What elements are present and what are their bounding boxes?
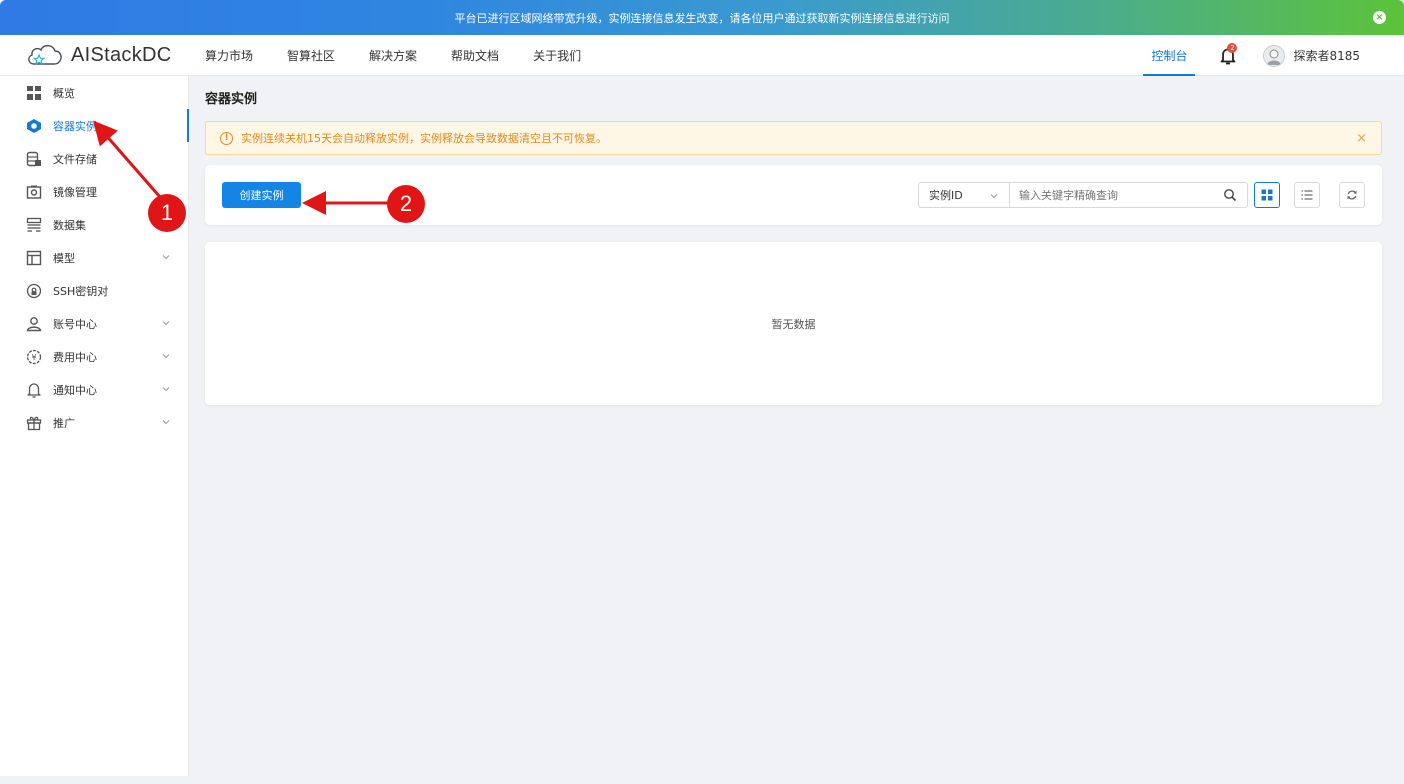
sidebar-item-label: 账号中心 [53, 317, 97, 331]
camera-icon [25, 183, 43, 201]
sidebar-item-file-storage[interactable]: 文件存储 [0, 142, 188, 175]
bell-icon [25, 381, 43, 399]
sidebar-item-label: 费用中心 [53, 350, 97, 364]
sidebar-item-label: 镜像管理 [53, 185, 97, 199]
chevron-down-icon [162, 387, 170, 392]
sidebar-item-label: 概览 [53, 86, 75, 100]
create-instance-button[interactable]: 创建实例 [222, 182, 301, 208]
notification-button[interactable]: 2 [1217, 42, 1239, 67]
user-icon [25, 315, 43, 333]
nav-help-docs[interactable]: 帮助文档 [451, 47, 499, 64]
sidebar-item-label: 容器实例 [53, 119, 97, 133]
dataset-icon [25, 216, 43, 234]
model-icon [25, 249, 43, 267]
search-icon[interactable] [1223, 188, 1237, 202]
sidebar-item-account-center[interactable]: 账号中心 [0, 307, 188, 340]
sidebar-item-notification-center[interactable]: 通知中心 [0, 373, 188, 406]
sidebar-item-label: 数据集 [53, 218, 86, 232]
sidebar-item-label: 模型 [53, 251, 75, 265]
nav-about-us[interactable]: 关于我们 [533, 47, 581, 64]
annotation-marker-1: 1 [148, 194, 186, 232]
alert-text: 实例连续关机15天会自动释放实例，实例释放会导致数据清空且不可恢复。 [241, 132, 607, 145]
warning-icon: ! [220, 131, 233, 145]
gift-icon [25, 414, 43, 432]
close-circle-icon[interactable]: × [1373, 11, 1386, 24]
instance-list-empty: 暂无数据 [205, 242, 1382, 405]
yen-icon: ¥ [25, 348, 43, 366]
search-group: 实例ID [918, 182, 1248, 208]
cloud-star-icon [28, 44, 62, 66]
nav-solutions[interactable]: 解决方案 [369, 47, 417, 64]
sidebar-item-label: 通知中心 [53, 383, 97, 397]
search-input[interactable] [1010, 182, 1248, 208]
nav-compute-market[interactable]: 算力市场 [205, 47, 253, 64]
console-link[interactable]: 控制台 [1143, 35, 1196, 76]
sidebar-item-label: 推广 [53, 416, 75, 430]
main-nav: 算力市场 智算社区 解决方案 帮助文档 关于我们 [188, 35, 598, 76]
chevron-down-icon [162, 255, 170, 260]
container-icon [25, 117, 43, 135]
grid-icon [25, 84, 43, 102]
chevron-down-icon [162, 354, 170, 359]
user-avatar-icon [1267, 49, 1282, 65]
sidebar-item-ssh-keys[interactable]: SSH密钥对 [0, 274, 188, 307]
logo-text: AIStackDC [71, 43, 172, 66]
sidebar-item-promotion[interactable]: 推广 [0, 406, 188, 439]
search-field-select[interactable]: 实例ID [918, 182, 1010, 208]
page-title: 容器实例 [205, 92, 258, 107]
header-right: 控制台 2 探索者8185 [1143, 35, 1404, 76]
toolbar: 创建实例 实例ID [205, 165, 1382, 225]
sidebar-item-container-instances[interactable]: 容器实例 [0, 109, 189, 142]
refresh-button[interactable] [1339, 182, 1365, 208]
chevron-down-icon [990, 194, 998, 199]
refresh-icon [1347, 190, 1357, 200]
logo[interactable]: AIStackDC [0, 42, 188, 68]
annotation-marker-2: 2 [387, 185, 425, 223]
banner-message: 平台已进行区域网络带宽升级，实例连接信息发生改变，请各位用户通过获取新实例连接信… [454, 11, 950, 25]
chevron-down-icon [162, 321, 170, 326]
username[interactable]: 探索者8185 [1293, 47, 1360, 64]
notification-badge: 2 [1227, 42, 1238, 53]
nav-community[interactable]: 智算社区 [287, 47, 335, 64]
list-view-button[interactable] [1294, 182, 1320, 208]
svg-text:¥: ¥ [31, 353, 36, 362]
grid-view-icon [1261, 189, 1273, 201]
sidebar: 概览 容器实例 文件存储 镜像管理 数据集 模型 SSH密钥对 账号中心 ¥ 费… [0, 76, 189, 776]
sidebar-item-overview[interactable]: 概览 [0, 76, 188, 109]
close-icon[interactable]: × [1356, 131, 1367, 146]
grid-view-button[interactable] [1254, 182, 1280, 208]
list-view-icon [1301, 190, 1313, 200]
key-icon [25, 282, 43, 300]
sidebar-item-label: 文件存储 [53, 152, 97, 166]
chevron-down-icon [162, 420, 170, 425]
main-content: 容器实例 ! 实例连续关机15天会自动释放实例，实例释放会导致数据清空且不可恢复… [189, 76, 1398, 776]
top-header: AIStackDC 算力市场 智算社区 解决方案 帮助文档 关于我们 控制台 2… [0, 35, 1404, 76]
sidebar-item-billing-center[interactable]: ¥ 费用中心 [0, 340, 188, 373]
empty-text: 暂无数据 [771, 317, 816, 331]
search-field-select-value: 实例ID [929, 189, 963, 202]
announcement-banner: 平台已进行区域网络带宽升级，实例连接信息发生改变，请各位用户通过获取新实例连接信… [0, 0, 1404, 35]
avatar[interactable] [1263, 44, 1286, 67]
sidebar-item-models[interactable]: 模型 [0, 241, 188, 274]
sidebar-item-label: SSH密钥对 [53, 284, 109, 298]
storage-icon [25, 150, 43, 168]
warning-alert: ! 实例连续关机15天会自动释放实例，实例释放会导致数据清空且不可恢复。 × [205, 121, 1382, 155]
